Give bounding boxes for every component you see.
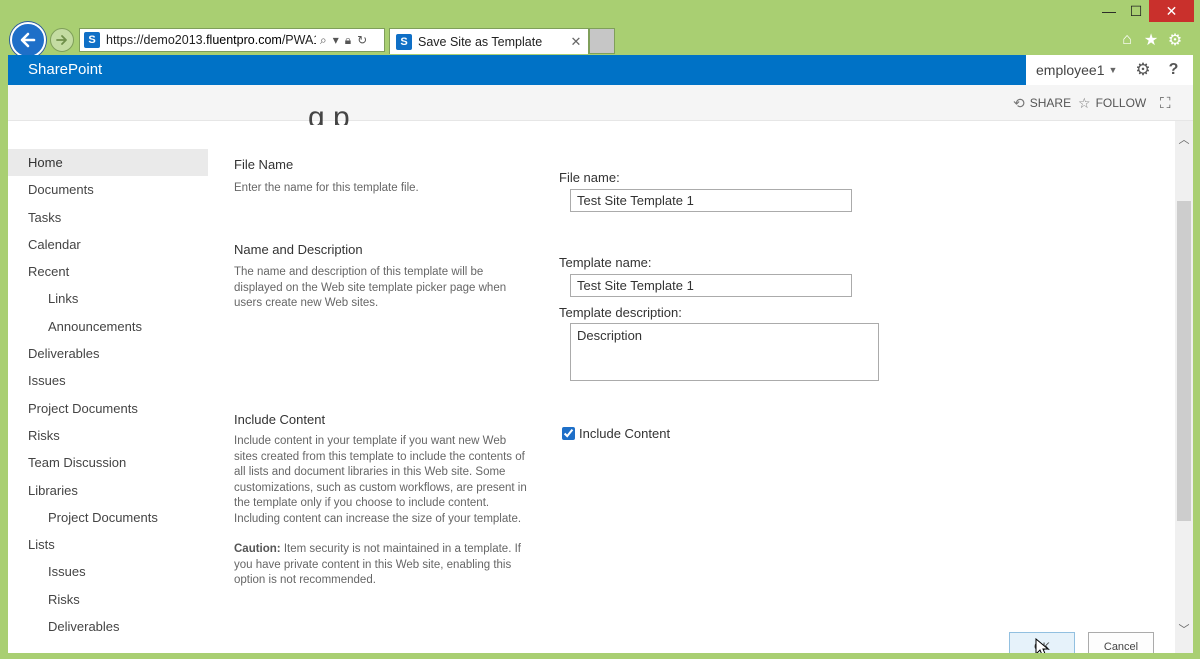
file-name-section-description: Enter the name for this template file. xyxy=(234,182,419,194)
caution-note: Caution: Item security is not maintained… xyxy=(234,542,532,589)
scroll-down-icon[interactable]: ﹀ xyxy=(1175,621,1193,639)
name-description-section-description: The name and description of this templat… xyxy=(234,266,507,310)
close-icon[interactable]: ✕ xyxy=(568,34,584,50)
nav-item-issues[interactable]: Issues xyxy=(8,367,208,394)
help-icon[interactable]: ? xyxy=(1169,61,1179,79)
dropdown-icon[interactable]: ▾ xyxy=(333,33,339,48)
gear-icon[interactable]: ⚙ xyxy=(1135,60,1150,80)
suite-title[interactable]: SharePoint xyxy=(28,55,102,85)
suite-user-area: employee1 ▼ ⚙ ? xyxy=(1026,55,1193,85)
sharepoint-favicon-icon: S xyxy=(84,32,100,48)
follow-button[interactable]: ☆ FOLLOW xyxy=(1078,85,1146,121)
home-icon[interactable]: ⌂ xyxy=(1117,30,1137,50)
sharepoint-favicon-icon: S xyxy=(396,33,412,50)
template-description-label: Template description: xyxy=(559,305,682,320)
quick-launch: Home Documents Tasks Calendar Recent Lin… xyxy=(8,149,208,640)
settings-gear-icon[interactable]: ⚙ xyxy=(1165,30,1185,50)
forward-icon xyxy=(56,35,67,45)
share-icon: ⟲ xyxy=(1013,94,1025,111)
include-content-checkbox-label: Include Content xyxy=(579,426,671,441)
close-window-button[interactable]: ✕ xyxy=(1149,0,1194,22)
scroll-thumb[interactable] xyxy=(1177,201,1191,521)
nav-item-announcements[interactable]: Announcements xyxy=(8,313,208,340)
forward-button[interactable] xyxy=(50,28,74,52)
nav-item-libraries[interactable]: Libraries xyxy=(8,477,208,504)
nav-item-home[interactable]: Home xyxy=(8,149,208,177)
nav-item-project-documents[interactable]: Project Documents xyxy=(8,395,208,422)
include-content-option[interactable]: Include Content xyxy=(562,426,670,441)
nav-item-links[interactable]: Links xyxy=(8,285,208,312)
nav-item-tasks[interactable]: Tasks xyxy=(8,204,208,231)
file-name-input[interactable] xyxy=(570,189,852,212)
nav-item-deliverables[interactable]: Deliverables xyxy=(8,340,208,367)
nav-item-libraries-project-documents[interactable]: Project Documents xyxy=(8,504,208,531)
template-description-textarea[interactable]: Description xyxy=(570,323,879,381)
chevron-down-icon: ▼ xyxy=(1108,65,1118,75)
scroll-up-icon[interactable]: ︿ xyxy=(1175,131,1193,149)
page-viewport: SharePoint employee1 ▼ ⚙ ? ⟲ SHARE ☆ FOL… xyxy=(8,55,1193,653)
back-icon xyxy=(20,32,36,48)
tab-title: Save Site as Template xyxy=(418,34,543,49)
vertical-scrollbar[interactable]: ︿ ﹀ xyxy=(1175,121,1193,653)
lock-icon[interactable]: 🔒︎ xyxy=(345,33,351,48)
include-content-section-description: Include content in your template if you … xyxy=(234,435,527,525)
nav-item-lists-issues[interactable]: Issues xyxy=(8,558,208,585)
caution-label: Caution: xyxy=(234,543,281,555)
focus-content-button[interactable]: ⛶ xyxy=(1160,85,1171,121)
nav-item-risks[interactable]: Risks xyxy=(8,422,208,449)
user-menu[interactable]: employee1 ▼ xyxy=(1036,62,1117,78)
address-bar[interactable]: S https://demo2013.fluentpro.com/PWA1 ⌕ … xyxy=(79,28,385,52)
template-name-input[interactable] xyxy=(570,274,852,297)
share-button[interactable]: ⟲ SHARE xyxy=(1013,85,1071,121)
action-row: ⟲ SHARE ☆ FOLLOW ⛶ xyxy=(8,85,1193,121)
suite-bar: SharePoint employee1 ▼ ⚙ ? xyxy=(8,55,1193,85)
cancel-button[interactable]: Cancel xyxy=(1088,632,1154,653)
browser-tab[interactable]: S Save Site as Template ✕ xyxy=(389,28,589,54)
maximize-button[interactable]: ☐ xyxy=(1124,0,1148,22)
search-icon[interactable]: ⌕ xyxy=(320,33,327,48)
file-name-section-title: File Name xyxy=(234,157,294,172)
include-content-checkbox[interactable] xyxy=(562,427,575,440)
user-name: employee1 xyxy=(1036,62,1105,78)
nav-item-recent[interactable]: Recent xyxy=(8,258,208,285)
page-title: g p xyxy=(308,101,350,125)
name-description-section-title: Name and Description xyxy=(234,242,363,257)
favorites-star-icon[interactable]: ★ xyxy=(1141,30,1161,50)
back-button[interactable] xyxy=(10,22,46,58)
nav-item-lists-deliverables[interactable]: Deliverables xyxy=(8,613,208,640)
mouse-cursor-icon xyxy=(1035,638,1050,653)
refresh-icon[interactable]: ↻ xyxy=(357,33,367,48)
include-content-section-title: Include Content xyxy=(234,412,326,427)
nav-item-calendar[interactable]: Calendar xyxy=(8,231,208,258)
focus-content-icon: ⛶ xyxy=(1160,94,1171,112)
star-outline-icon: ☆ xyxy=(1078,94,1091,111)
browser-window: — ☐ ✕ S https://demo2013.fluentpro.com/P… xyxy=(0,0,1200,659)
new-tab-button[interactable] xyxy=(589,28,615,54)
nav-item-team-discussion[interactable]: Team Discussion xyxy=(8,449,208,476)
file-name-label: File name: xyxy=(559,170,620,185)
nav-item-lists[interactable]: Lists xyxy=(8,531,208,558)
template-name-label: Template name: xyxy=(559,255,652,270)
nav-item-documents[interactable]: Documents xyxy=(8,176,208,203)
minimize-button[interactable]: — xyxy=(1094,0,1124,22)
nav-item-lists-risks[interactable]: Risks xyxy=(8,586,208,613)
address-url[interactable]: https://demo2013.fluentpro.com/PWA1 xyxy=(106,33,316,47)
